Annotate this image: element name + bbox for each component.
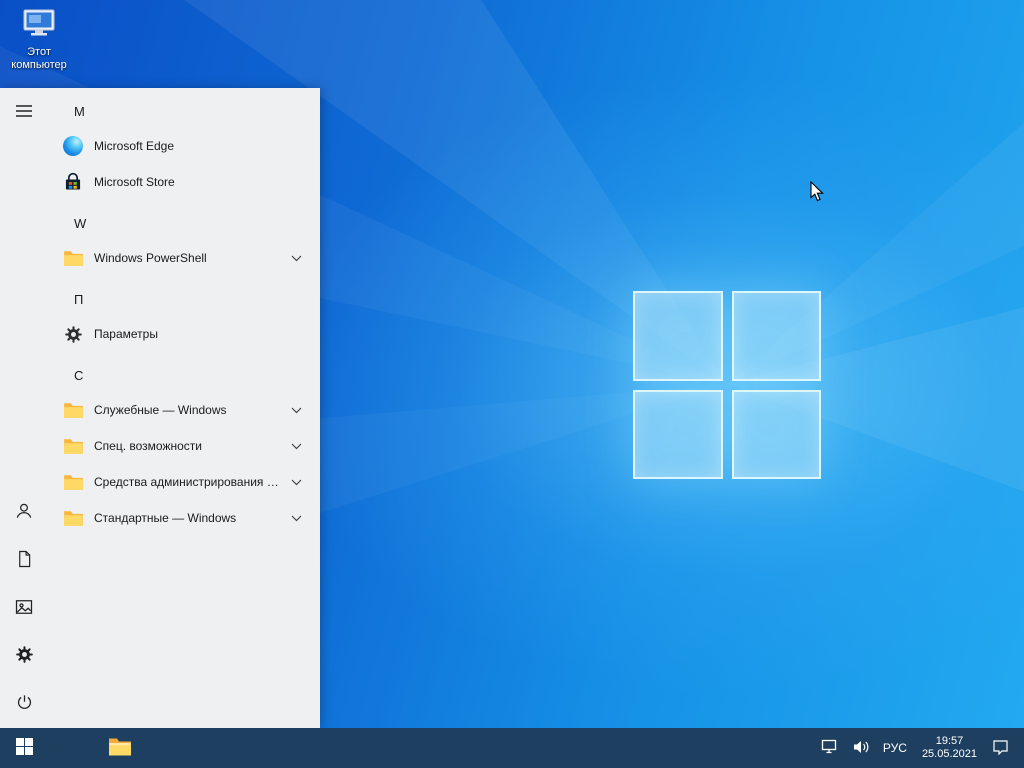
app-group-admin-tools[interactable]: Средства администрирования W…: [48, 464, 320, 500]
start-menu-rail: [0, 88, 48, 728]
app-group-accessibility[interactable]: Спец. возможности: [48, 428, 320, 464]
app-item-settings[interactable]: Параметры: [48, 316, 320, 352]
microsoft-edge-icon: [62, 135, 84, 157]
section-letter-p[interactable]: П: [48, 282, 320, 316]
app-group-system-windows[interactable]: Служебные — Windows: [48, 392, 320, 428]
start-button[interactable]: [0, 728, 48, 768]
folder-icon: [62, 435, 84, 457]
section-letter-s[interactable]: С: [48, 358, 320, 392]
file-explorer-icon: [108, 737, 132, 760]
pictures-icon: [14, 597, 34, 620]
start-rail-power-button[interactable]: [0, 680, 48, 728]
windows-flag-icon: [16, 738, 33, 758]
action-center-button[interactable]: [985, 728, 1016, 768]
start-menu-rail-bottom: [0, 488, 48, 728]
app-label: Microsoft Edge: [94, 139, 174, 153]
section-letter-w[interactable]: W: [48, 206, 320, 240]
gear-icon: [15, 645, 34, 667]
start-menu-expand-button[interactable]: [0, 88, 48, 136]
language-indicator[interactable]: РУС: [876, 728, 914, 768]
desktop-icon-label: Этот компьютер: [6, 46, 72, 72]
action-center-icon: [992, 739, 1009, 758]
app-label: Служебные — Windows: [94, 403, 227, 417]
network-icon: [821, 739, 839, 757]
app-group-windows-powershell[interactable]: Windows PowerShell: [48, 240, 320, 276]
app-label: Спец. возможности: [94, 439, 202, 453]
desktop: Этот компьютер: [0, 0, 1024, 768]
start-menu-app-list: M Microsoft Edge Microsoft Store: [48, 88, 320, 728]
power-icon: [15, 693, 34, 715]
app-label: Microsoft Store: [94, 175, 175, 189]
taskbar-file-explorer-button[interactable]: [96, 728, 144, 768]
volume-button[interactable]: [846, 728, 876, 768]
network-status-button[interactable]: [814, 728, 846, 768]
app-item-microsoft-edge[interactable]: Microsoft Edge: [48, 128, 320, 164]
folder-icon: [62, 471, 84, 493]
chevron-down-icon[interactable]: [291, 479, 302, 486]
section-letter-m[interactable]: M: [48, 94, 320, 128]
system-tray: РУС 19:57 25.05.2021: [814, 728, 1016, 768]
chevron-down-icon[interactable]: [291, 407, 302, 414]
app-label: Средства администрирования W…: [94, 475, 281, 489]
app-label: Windows PowerShell: [94, 251, 207, 265]
app-item-microsoft-store[interactable]: Microsoft Store: [48, 164, 320, 200]
microsoft-store-icon: [62, 171, 84, 193]
chevron-down-icon[interactable]: [291, 515, 302, 522]
start-menu: M Microsoft Edge Microsoft Store: [0, 88, 320, 728]
start-rail-settings-button[interactable]: [0, 632, 48, 680]
hamburger-icon: [15, 104, 33, 121]
clock[interactable]: 19:57 25.05.2021: [914, 728, 985, 768]
clock-time: 19:57: [936, 735, 964, 748]
desktop-icon-this-pc[interactable]: Этот компьютер: [6, 8, 72, 72]
computer-icon: [20, 27, 58, 44]
app-label: Параметры: [94, 327, 158, 341]
gear-icon: [62, 323, 84, 345]
folder-icon: [62, 399, 84, 421]
start-rail-documents-button[interactable]: [0, 536, 48, 584]
folder-icon: [62, 507, 84, 529]
app-group-accessories-windows[interactable]: Стандартные — Windows: [48, 500, 320, 536]
start-rail-user-button[interactable]: [0, 488, 48, 536]
windows-logo: [633, 291, 821, 479]
chevron-down-icon[interactable]: [291, 255, 302, 262]
user-icon: [14, 501, 34, 524]
taskbar: РУС 19:57 25.05.2021: [0, 728, 1024, 768]
volume-icon: [853, 740, 869, 757]
start-rail-pictures-button[interactable]: [0, 584, 48, 632]
folder-icon: [62, 247, 84, 269]
chevron-down-icon[interactable]: [291, 443, 302, 450]
app-label: Стандартные — Windows: [94, 511, 236, 525]
document-icon: [15, 549, 34, 572]
taskbar-microsoft-edge-button[interactable]: [48, 728, 96, 768]
clock-date: 25.05.2021: [922, 748, 977, 761]
